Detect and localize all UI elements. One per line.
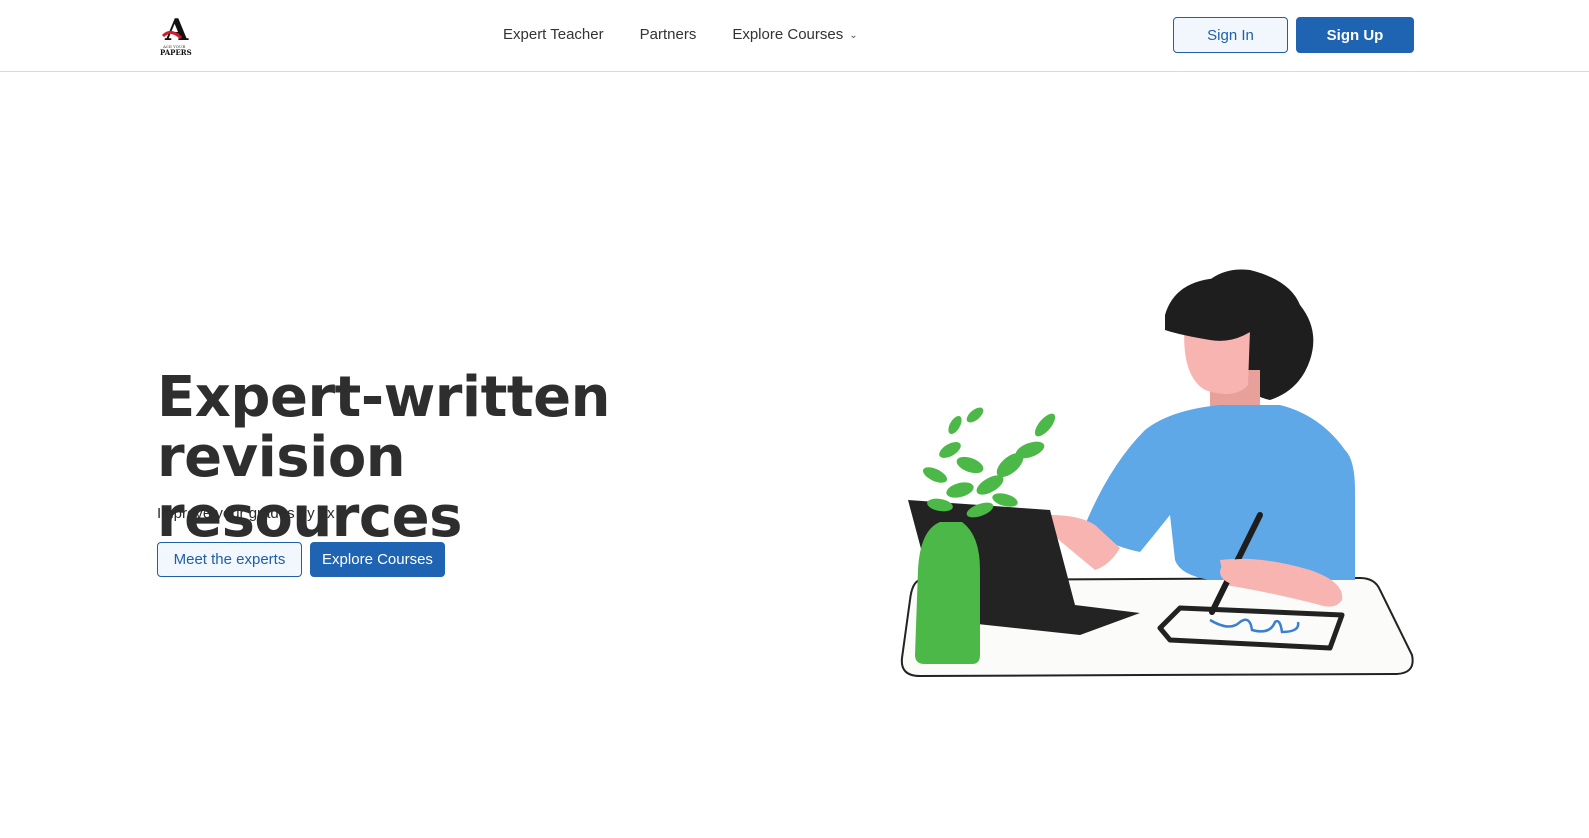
site-logo[interactable]: A ACE YOUR PAPERS (157, 12, 197, 58)
nav-explore-courses-label: Explore Courses (732, 26, 844, 43)
hero-subtitle: Improve your grades by 2x (157, 505, 335, 522)
main-nav: Expert Teacher Partners Explore Courses ⌄ (503, 25, 858, 46)
svg-text:A: A (164, 13, 189, 48)
hero-title-line-1: Expert-written (157, 365, 611, 430)
sign-in-button[interactable]: Sign In (1173, 17, 1288, 53)
hero-title-line-2: revision resources (157, 425, 462, 550)
nav-expert-teacher[interactable]: Expert Teacher (503, 25, 604, 46)
nav-explore-courses[interactable]: Explore Courses ⌄ (732, 25, 857, 46)
chevron-down-icon: ⌄ (849, 30, 858, 41)
sign-up-button[interactable]: Sign Up (1296, 17, 1414, 53)
logo-icon: A ACE YOUR PAPERS (160, 13, 192, 57)
nav-partners[interactable]: Partners (640, 25, 697, 46)
meet-experts-button[interactable]: Meet the experts (157, 542, 302, 577)
person-studying-illustration (900, 269, 1414, 678)
logo-text: PAPERS (160, 48, 192, 57)
top-navbar: A ACE YOUR PAPERS Expert Teacher Partner… (0, 0, 1589, 72)
hero-illustration (880, 260, 1440, 690)
explore-courses-button[interactable]: Explore Courses (310, 542, 445, 577)
